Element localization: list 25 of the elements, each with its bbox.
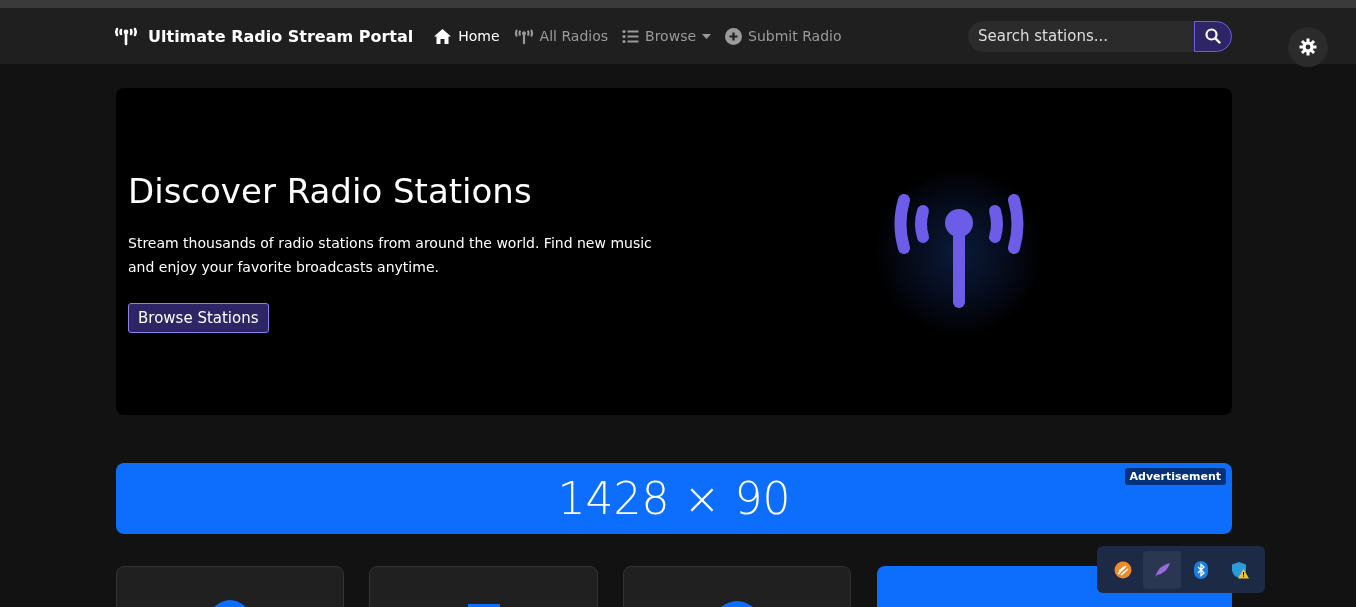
nav-link[interactable]: Home [433, 27, 500, 45]
nav-link[interactable]: Submit Radio [725, 27, 842, 45]
globe-icon [214, 599, 247, 607]
ad-size-text: 1428 × 90 [557, 473, 791, 524]
browse-stations-button[interactable]: Browse Stations [128, 302, 269, 333]
search-field[interactable]: Search stations... [968, 20, 1194, 52]
list-icon [622, 28, 640, 44]
settings-icon [1299, 38, 1317, 56]
app-icon [1113, 560, 1132, 579]
shield-warning-icon [1230, 560, 1249, 579]
search-icon [1205, 28, 1221, 44]
nav-link[interactable]: Browse [622, 27, 712, 45]
antenna-icon [894, 194, 1024, 309]
antenna-icon [513, 27, 534, 45]
plus-circle-icon [725, 27, 743, 45]
nav-link[interactable]: All Radios [513, 27, 609, 45]
brand-link[interactable]: Ultimate Radio Stream Portal [114, 26, 414, 46]
ad-badge: Advertisement [1124, 468, 1226, 485]
search-button[interactable] [1194, 20, 1232, 52]
bluetooth-icon [1193, 560, 1208, 579]
feather-icon [1152, 560, 1171, 579]
hero-text: Stream thousands of radio stations from around the world. Find new music and enjoy your favorite broadcasts anytime. [128, 233, 653, 277]
home-icon [433, 27, 453, 45]
antenna-icon [114, 26, 138, 46]
hero-title: Discover Radio Stations [128, 170, 533, 211]
